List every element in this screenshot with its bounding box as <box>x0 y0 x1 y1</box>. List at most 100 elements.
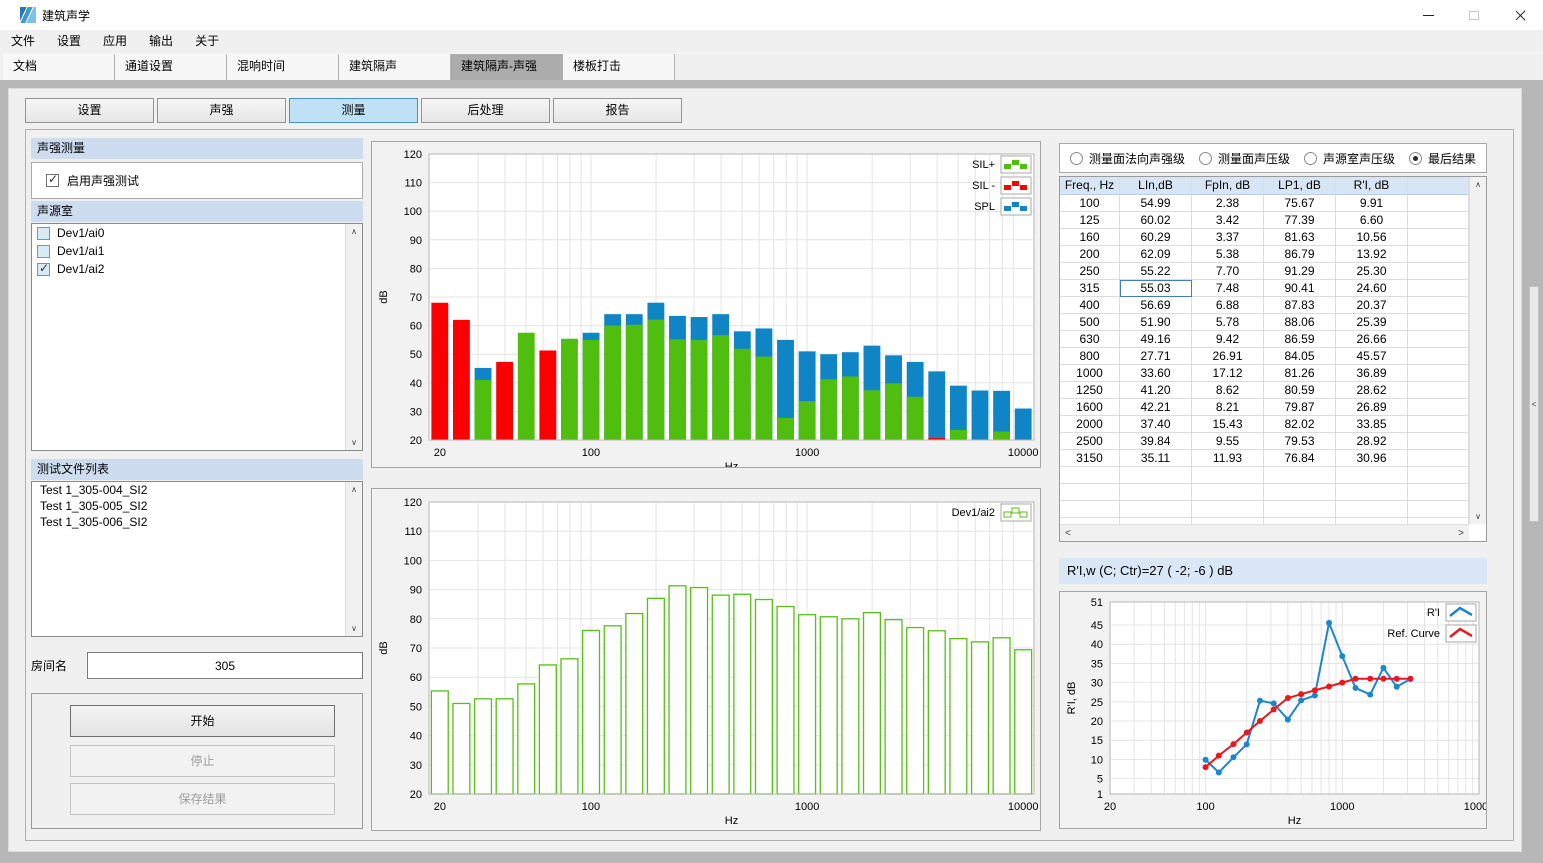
table-cell[interactable]: 400 <box>1060 297 1120 314</box>
table-cell[interactable]: 81.63 <box>1264 229 1336 246</box>
table-cell[interactable]: 17.12 <box>1192 365 1264 382</box>
table-cell[interactable] <box>1408 246 1469 263</box>
table-cell[interactable]: 77.39 <box>1264 212 1336 229</box>
table-cell[interactable]: 2.38 <box>1192 195 1264 212</box>
table-cell[interactable]: 55.22 <box>1120 263 1192 280</box>
main-tab-1[interactable]: 通道设置 <box>115 54 227 80</box>
table-cell[interactable]: 56.69 <box>1120 297 1192 314</box>
table-cell[interactable]: 160 <box>1060 229 1120 246</box>
panel-collapse-handle[interactable] <box>1529 286 1539 522</box>
table-cell[interactable] <box>1408 399 1469 416</box>
table-cell[interactable]: 9.91 <box>1336 195 1408 212</box>
sub-tab-1[interactable]: 声强 <box>157 98 286 123</box>
radio-control[interactable] <box>1199 152 1212 165</box>
table-cell[interactable] <box>1192 467 1264 484</box>
table-cell[interactable]: 87.83 <box>1264 297 1336 314</box>
table-cell[interactable]: 7.48 <box>1192 280 1264 297</box>
table-cell[interactable]: 26.66 <box>1336 331 1408 348</box>
table-cell[interactable]: 88.06 <box>1264 314 1336 331</box>
room-name-input[interactable] <box>87 652 363 679</box>
table-cell[interactable]: 100 <box>1060 195 1120 212</box>
table-cell[interactable]: 35.11 <box>1120 450 1192 467</box>
table-cell[interactable]: 20.37 <box>1336 297 1408 314</box>
table-cell[interactable]: 62.09 <box>1120 246 1192 263</box>
table-cell[interactable] <box>1408 484 1469 501</box>
main-tab-2[interactable]: 混响时间 <box>227 54 339 80</box>
table-cell[interactable] <box>1408 348 1469 365</box>
table-cell[interactable]: 26.91 <box>1192 348 1264 365</box>
table-cell[interactable]: 24.60 <box>1336 280 1408 297</box>
table-cell[interactable] <box>1120 484 1192 501</box>
table-cell[interactable]: 80.59 <box>1264 382 1336 399</box>
table-cell[interactable]: 91.29 <box>1264 263 1336 280</box>
table-cell[interactable] <box>1264 501 1336 518</box>
radio-item-3[interactable]: 最后结果 <box>1409 150 1476 167</box>
table-cell[interactable]: 33.60 <box>1120 365 1192 382</box>
table-cell[interactable]: 60.29 <box>1120 229 1192 246</box>
action-button-2[interactable]: 保存结果 <box>70 783 335 815</box>
main-tab-5[interactable]: 楼板打击 <box>563 54 675 80</box>
file-item-2[interactable]: Test 1_305-006_SI2 <box>32 514 362 530</box>
channel-item-1[interactable]: Dev1/ai1 <box>32 242 362 260</box>
table-cell[interactable]: 25.30 <box>1336 263 1408 280</box>
table-cell[interactable]: 81.26 <box>1264 365 1336 382</box>
table-cell[interactable]: 30.96 <box>1336 450 1408 467</box>
table-cell[interactable] <box>1336 501 1408 518</box>
channel-checkbox[interactable] <box>37 245 50 258</box>
table-cell[interactable]: 1600 <box>1060 399 1120 416</box>
channel-checkbox[interactable] <box>37 227 50 240</box>
table-cell[interactable]: 25.39 <box>1336 314 1408 331</box>
table-cell[interactable]: 800 <box>1060 348 1120 365</box>
radio-item-0[interactable]: 测量面法向声强级 <box>1070 150 1185 167</box>
menu-item-4[interactable]: 关于 <box>184 30 230 53</box>
radio-control[interactable] <box>1304 152 1317 165</box>
table-cell[interactable]: 28.92 <box>1336 433 1408 450</box>
minimize-button[interactable] <box>1405 0 1451 30</box>
table-cell[interactable]: 79.87 <box>1264 399 1336 416</box>
table-cell[interactable] <box>1192 484 1264 501</box>
radio-item-1[interactable]: 测量面声压级 <box>1199 150 1290 167</box>
enable-intensity-checkbox[interactable] <box>46 174 59 187</box>
table-cell[interactable] <box>1408 331 1469 348</box>
table-cell[interactable] <box>1408 416 1469 433</box>
table-cell[interactable]: 630 <box>1060 331 1120 348</box>
table-cell[interactable]: 1000 <box>1060 365 1120 382</box>
table-cell[interactable] <box>1060 484 1120 501</box>
table-cell[interactable]: 28.62 <box>1336 382 1408 399</box>
table-cell[interactable] <box>1408 450 1469 467</box>
radio-control[interactable] <box>1409 152 1422 165</box>
table-cell[interactable]: 5.78 <box>1192 314 1264 331</box>
menu-item-3[interactable]: 输出 <box>138 30 184 53</box>
table-cell[interactable]: 8.21 <box>1192 399 1264 416</box>
table-cell[interactable] <box>1060 501 1120 518</box>
table-cell[interactable] <box>1192 501 1264 518</box>
table-cell[interactable]: 10.56 <box>1336 229 1408 246</box>
table-cell[interactable] <box>1336 467 1408 484</box>
table-cell[interactable]: 86.79 <box>1264 246 1336 263</box>
menu-item-2[interactable]: 应用 <box>92 30 138 53</box>
action-button-0[interactable]: 开始 <box>70 705 335 737</box>
table-cell[interactable]: 90.41 <box>1264 280 1336 297</box>
table-vertical-scrollbar[interactable] <box>1469 177 1486 524</box>
table-cell[interactable] <box>1336 484 1408 501</box>
radio-control[interactable] <box>1070 152 1083 165</box>
table-cell[interactable]: 9.42 <box>1192 331 1264 348</box>
menu-item-0[interactable]: 文件 <box>0 30 46 53</box>
table-cell[interactable] <box>1408 212 1469 229</box>
file-item-0[interactable]: Test 1_305-004_SI2 <box>32 482 362 498</box>
table-cell[interactable] <box>1408 280 1469 297</box>
table-cell[interactable]: 250 <box>1060 263 1120 280</box>
table-cell[interactable]: 13.92 <box>1336 246 1408 263</box>
table-cell[interactable]: 15.43 <box>1192 416 1264 433</box>
table-cell[interactable]: 39.84 <box>1120 433 1192 450</box>
table-cell[interactable]: 1250 <box>1060 382 1120 399</box>
table-cell[interactable]: 8.62 <box>1192 382 1264 399</box>
table-cell[interactable]: 27.71 <box>1120 348 1192 365</box>
close-button[interactable] <box>1497 0 1543 30</box>
channel-list-scrollbar[interactable] <box>345 224 362 450</box>
table-cell[interactable] <box>1060 467 1120 484</box>
table-cell[interactable]: 82.02 <box>1264 416 1336 433</box>
main-tab-4[interactable]: 建筑隔声-声强 <box>451 54 563 80</box>
action-button-1[interactable]: 停止 <box>70 745 335 777</box>
sub-tab-4[interactable]: 报告 <box>553 98 682 123</box>
